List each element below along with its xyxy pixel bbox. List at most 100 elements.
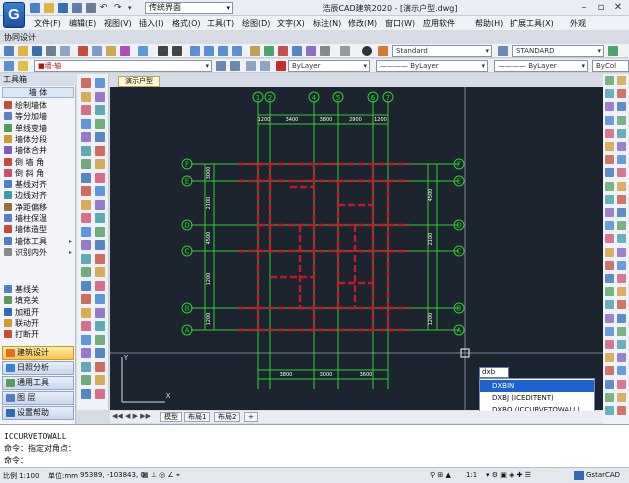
wall-tool-item[interactable]: 倒 墙 角 [2, 157, 74, 168]
undo-icon[interactable]: ↶ [100, 3, 110, 13]
draw-tool-icon[interactable] [95, 361, 105, 372]
modify-tool-icon[interactable] [617, 142, 626, 151]
draw-tool-icon[interactable] [81, 280, 91, 291]
wall-tool-item[interactable]: 墙柱保温 [2, 213, 74, 224]
draw-tool-icon[interactable] [95, 118, 105, 129]
draw-tool-icon[interactable] [95, 91, 105, 102]
zoom-window-icon[interactable] [218, 46, 228, 56]
modify-tool-icon[interactable] [605, 155, 614, 165]
tab-layout1[interactable]: 布局1 [184, 412, 211, 422]
modify-tool-icon[interactable] [605, 353, 614, 363]
dim-style-select[interactable]: STANDARD ▾ [512, 45, 604, 57]
draw-tool-icon[interactable] [81, 172, 91, 183]
modify-tool-icon[interactable] [617, 406, 626, 415]
modify-tool-icon[interactable] [605, 366, 614, 376]
draw-tool-icon[interactable] [95, 267, 105, 277]
wall-tool-item[interactable]: 识别内外 ▸ [2, 247, 74, 258]
menu-text[interactable]: 文字(X) [277, 18, 305, 29]
save-icon[interactable] [32, 46, 42, 56]
new-file-icon[interactable] [30, 3, 40, 13]
annotation-icons[interactable]: ⚲ ⊞ ▲ [430, 471, 451, 479]
draw-tool-icon[interactable] [81, 118, 91, 129]
draw-tool-icon[interactable] [81, 159, 91, 169]
extra-icon[interactable] [340, 46, 350, 56]
text-style-select[interactable]: Standard ▾ [392, 45, 492, 57]
modify-tool-icon[interactable] [605, 326, 614, 336]
collab-design-label[interactable]: 协同设计 [4, 32, 36, 43]
draw-tool-icon[interactable] [95, 105, 105, 115]
modify-tool-icon[interactable] [617, 392, 626, 402]
draw-tool-icon[interactable] [95, 172, 105, 183]
document-tab[interactable]: 演示户型 [118, 76, 160, 87]
help-icon[interactable] [362, 46, 372, 56]
command-window[interactable]: ICCURVETOWALL 命令：指定对角点： 命令： [0, 424, 629, 467]
draw-tool-icon[interactable] [95, 253, 105, 264]
cut-icon[interactable] [78, 46, 88, 56]
draw-tool-icon[interactable] [95, 280, 105, 291]
draw-tool-icon[interactable] [95, 132, 105, 142]
menu-apps[interactable]: 应用软件 [423, 18, 455, 29]
modify-tool-icon[interactable] [605, 260, 614, 270]
menu-insert[interactable]: 插入(I) [139, 18, 164, 29]
modify-tool-icon[interactable] [605, 247, 614, 257]
modify-tool-icon[interactable] [605, 89, 614, 99]
autocomplete-option[interactable]: DXBIN [480, 380, 594, 392]
wall-tool-item[interactable]: 倒 斜 角 [2, 168, 74, 179]
tool-palette-icon[interactable] [278, 46, 288, 56]
draw-tool-icon[interactable] [95, 226, 105, 237]
menu-appearance[interactable]: 外观 [570, 18, 586, 29]
draw-tool-icon[interactable] [81, 199, 91, 210]
draw-tool-icon[interactable] [81, 334, 91, 345]
draw-tool-icon[interactable] [81, 132, 91, 142]
modify-tool-icon[interactable] [617, 115, 626, 125]
draw-tool-icon[interactable] [81, 240, 91, 250]
modify-tool-icon[interactable] [605, 168, 614, 178]
draw-tool-icon[interactable] [81, 375, 91, 385]
modify-tool-icon[interactable] [617, 221, 626, 231]
draw-tool-icon[interactable] [81, 267, 91, 277]
preview-icon[interactable] [60, 46, 70, 56]
category-wall[interactable]: 墙 体 [2, 87, 74, 98]
draw-tool-icon[interactable] [81, 321, 91, 331]
modify-tool-icon[interactable] [617, 76, 626, 85]
modify-tool-icon[interactable] [605, 340, 614, 349]
draw-tool-icon[interactable] [81, 186, 91, 196]
pan-icon[interactable] [190, 46, 200, 56]
annotation-scale[interactable]: 1:1 [466, 471, 477, 479]
print-icon[interactable] [86, 3, 96, 13]
modify-tool-icon[interactable] [617, 353, 626, 363]
draw-tool-icon[interactable] [95, 334, 105, 345]
properties-icon[interactable] [250, 46, 260, 56]
modify-tool-icon[interactable] [617, 313, 626, 323]
modify-tool-icon[interactable] [617, 194, 626, 204]
modify-tool-icon[interactable] [617, 155, 626, 165]
draw-tool-icon[interactable] [95, 307, 105, 318]
toolbox-category[interactable]: 建筑设计 [2, 346, 74, 360]
tab-model[interactable]: 模型 [160, 412, 182, 422]
layer-state-icon[interactable] [18, 61, 28, 71]
modify-tool-icon[interactable] [617, 89, 626, 99]
menu-extend-tools[interactable]: 扩展工具(X) [510, 18, 554, 29]
toggle-item[interactable]: 打断开 [2, 329, 74, 340]
draw-tool-icon[interactable] [81, 388, 91, 399]
draw-tool-icon[interactable] [95, 145, 105, 156]
draw-tool-icon[interactable] [95, 375, 105, 385]
draw-tool-icon[interactable] [81, 361, 91, 372]
zoom-previous-icon[interactable] [232, 46, 242, 56]
maximize-icon[interactable]: ▫ [594, 1, 608, 14]
draw-tool-icon[interactable] [95, 78, 105, 88]
toggle-item[interactable]: 填充关 [2, 295, 74, 306]
scale-readout[interactable]: 比例 1:100 [3, 471, 39, 481]
toolbox-category[interactable]: 设置帮助 [2, 406, 74, 420]
tab-add[interactable]: + [244, 412, 258, 422]
draw-tool-icon[interactable] [81, 294, 91, 304]
save-icon[interactable] [58, 3, 68, 13]
modify-tool-icon[interactable] [605, 406, 614, 415]
draw-tool-icon[interactable] [81, 348, 91, 358]
menu-tools[interactable]: 工具(T) [207, 18, 234, 29]
menu-modify[interactable]: 修改(M) [348, 18, 377, 29]
modify-tool-icon[interactable] [605, 128, 614, 138]
autocomplete-option[interactable]: DXBJ (ICEDITENT) [480, 392, 594, 404]
menu-file[interactable]: 文件(F) [34, 18, 61, 29]
draw-tool-icon[interactable] [81, 105, 91, 115]
